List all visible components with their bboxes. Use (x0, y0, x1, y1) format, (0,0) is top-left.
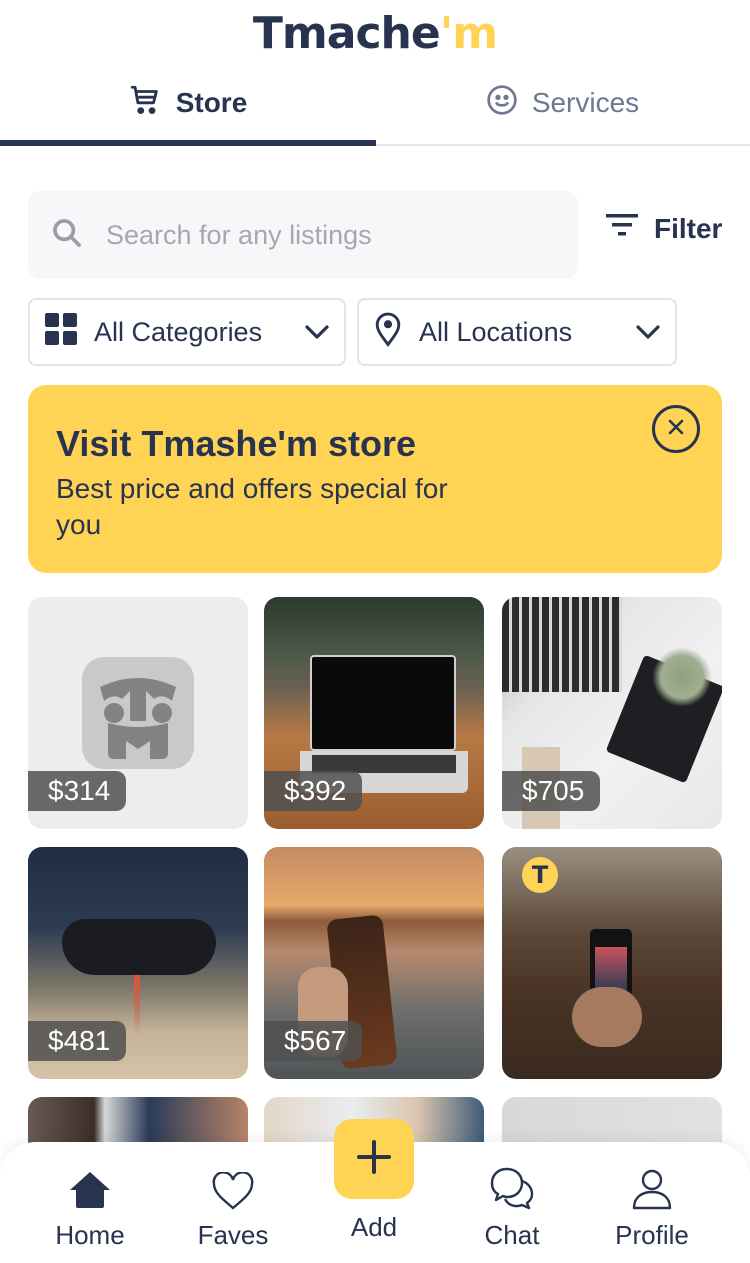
nav-chat-label: Chat (484, 1220, 540, 1250)
nav-home[interactable]: Home (30, 1164, 150, 1251)
close-icon (667, 418, 685, 441)
nav-add-label: Add (350, 1212, 398, 1242)
tab-services[interactable]: Services (375, 70, 750, 136)
listing-card[interactable]: T (502, 847, 722, 1079)
listing-price: $314 (28, 771, 127, 811)
grid-icon (44, 312, 78, 353)
chat-icon (489, 1164, 535, 1210)
location-dropdown[interactable]: All Locations (357, 298, 677, 366)
phone-screen (595, 947, 627, 991)
listing-image-laptop (310, 655, 456, 751)
nav-faves[interactable]: Faves (173, 1164, 293, 1251)
nav-home-label: Home (55, 1220, 125, 1250)
listing-card[interactable]: $567 (264, 847, 484, 1079)
category-dropdown[interactable]: All Categories (28, 298, 346, 366)
banner-title: Visit Tmashe'm store (56, 423, 417, 464)
search-bar (28, 191, 578, 279)
tab-store-label: Store (175, 87, 248, 118)
logo-accent: 'm (439, 8, 498, 59)
listing-image-plant (652, 647, 712, 707)
nav-faves-label: Faves (197, 1220, 269, 1250)
filter-button[interactable]: Filter (604, 211, 722, 246)
listing-card[interactable]: $705 (502, 597, 722, 829)
chevron-down-icon (304, 317, 330, 348)
category-dropdown-value: All Categories (94, 316, 263, 347)
logo-main: Tmache (252, 8, 441, 59)
cart-icon (128, 83, 162, 124)
promo-banner[interactable]: Visit Tmashe'm store Best price and offe… (28, 385, 722, 573)
listing-card[interactable]: $392 (264, 597, 484, 829)
placeholder-logo-icon (82, 657, 194, 769)
tab-store[interactable]: Store (0, 70, 375, 136)
listing-card[interactable]: $314 (28, 597, 248, 829)
listing-image-keyboard (502, 597, 622, 692)
listing-card[interactable]: $481 (28, 847, 248, 1079)
nav-chat[interactable]: Chat (452, 1164, 572, 1251)
listing-image-controller (62, 919, 216, 975)
heart-icon (211, 1164, 255, 1210)
listing-price: $481 (28, 1021, 127, 1061)
listing-image-hand (572, 987, 642, 1047)
listing-price: $392 (264, 771, 363, 811)
nav-profile-label: Profile (615, 1220, 689, 1250)
plus-icon (356, 1139, 392, 1180)
listing-price: $567 (264, 1021, 363, 1061)
tab-bar: Store Services (0, 70, 750, 146)
location-pin-icon (373, 311, 403, 354)
nav-profile[interactable]: Profile (592, 1164, 712, 1251)
store-badge: T (522, 857, 558, 893)
active-tab-indicator (0, 140, 376, 146)
search-input[interactable] (106, 219, 526, 251)
tab-services-label: Services (531, 87, 640, 118)
app-logo: Tmache'm (0, 8, 750, 59)
user-icon (631, 1164, 673, 1210)
controller-light (134, 975, 140, 1035)
search-icon (50, 216, 84, 255)
smiley-icon (486, 84, 518, 123)
home-icon (68, 1164, 112, 1210)
banner-close-button[interactable] (652, 405, 700, 453)
banner-subtitle: Best price and offers special for you (56, 473, 448, 540)
listing-price: $705 (502, 771, 601, 811)
location-dropdown-value: All Locations (419, 316, 573, 347)
filter-label: Filter (654, 212, 723, 244)
chevron-down-icon (635, 317, 661, 348)
filter-icon (604, 211, 640, 246)
add-listing-button[interactable] (334, 1119, 414, 1199)
